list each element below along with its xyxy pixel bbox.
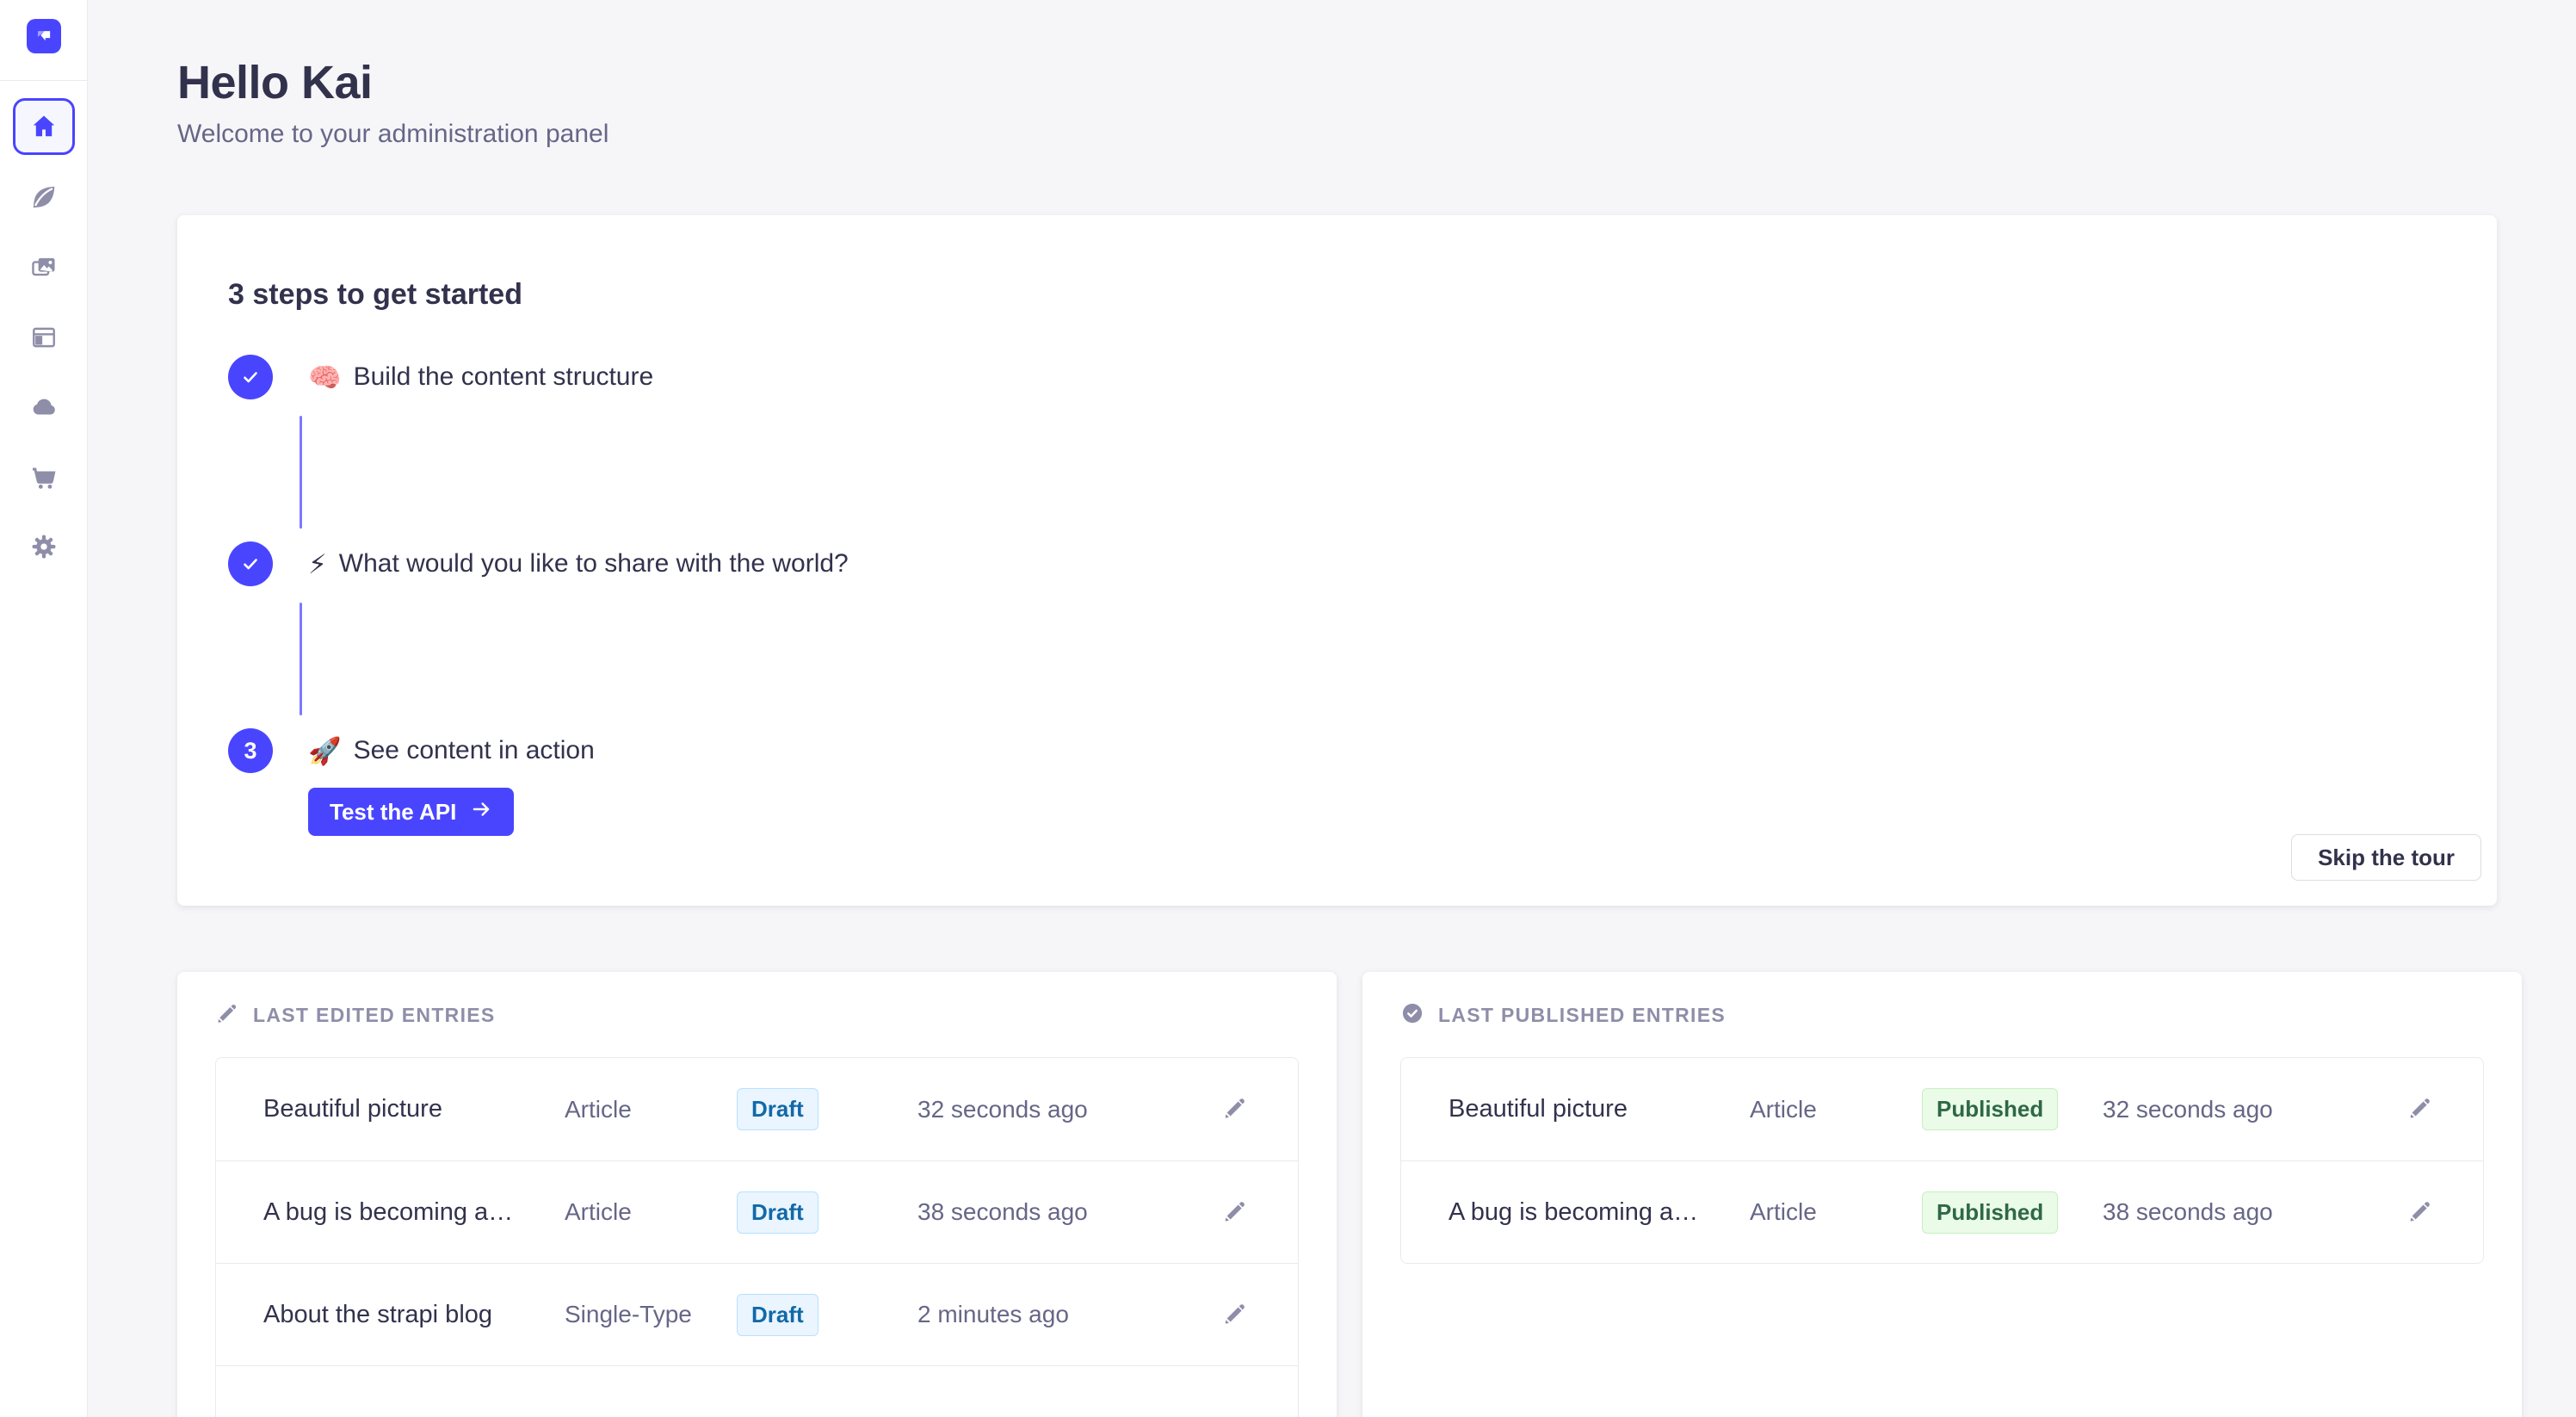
sidebar-item-deploy[interactable]	[15, 381, 73, 433]
onboarding-step-2: ⚡ What would you like to share with the …	[228, 541, 2481, 586]
sidebar-item-marketplace[interactable]	[15, 451, 73, 503]
last-edited-panel: LAST EDITED ENTRIES Beautiful picture Ar…	[177, 972, 1337, 1417]
last-published-table: Beautiful picture Article Published 32 s…	[1400, 1057, 2484, 1264]
sidebar-divider	[0, 80, 88, 81]
sidebar-item-media-library[interactable]	[15, 241, 73, 293]
panel-title: LAST PUBLISHED ENTRIES	[1438, 1004, 1726, 1027]
step-connector-line	[300, 603, 302, 715]
status-badge: Draft	[737, 1191, 819, 1234]
panel-header: LAST EDITED ENTRIES	[215, 1003, 1299, 1027]
sidebar-item-content-manager[interactable]	[15, 171, 73, 223]
status-badge: Published	[1922, 1191, 2058, 1234]
sidebar-item-settings[interactable]	[15, 521, 73, 572]
pencil-icon	[1222, 1198, 1248, 1227]
edit-entry-button[interactable]	[1211, 1188, 1259, 1236]
test-api-button[interactable]: Test the API	[308, 788, 514, 836]
table-row: Beautiful picture Article Published 32 s…	[1401, 1058, 2483, 1160]
last-edited-table: Beautiful picture Article Draft 32 secon…	[215, 1057, 1299, 1417]
onboarding-card: 3 steps to get started 🧠 Build the conte…	[177, 215, 2497, 906]
table-row: A bug is becoming a… Article Published 3…	[1401, 1160, 2483, 1263]
edit-entry-button[interactable]	[1211, 1086, 1259, 1134]
table-row: Beautiful picture Article Draft 32 secon…	[216, 1058, 1298, 1160]
step-label: ⚡ What would you like to share with the …	[308, 549, 849, 579]
pencil-icon	[2407, 1198, 2433, 1227]
edit-entry-button[interactable]	[2396, 1188, 2444, 1236]
pencil-icon	[1222, 1301, 1248, 1329]
arrow-right-icon	[470, 798, 492, 826]
workspace-logo[interactable]	[27, 19, 61, 53]
entries-panels: LAST EDITED ENTRIES Beautiful picture Ar…	[177, 972, 2522, 1417]
sidebar-item-content-type-builder[interactable]	[15, 312, 73, 363]
feather-icon	[30, 183, 58, 211]
brain-emoji-icon: 🧠	[308, 364, 342, 391]
step-label: 🚀 See content in action	[308, 736, 595, 765]
onboarding-step-1: 🧠 Build the content structure	[228, 355, 2481, 399]
step-done-check-icon	[228, 355, 273, 399]
sidebar-item-home[interactable]	[13, 98, 75, 155]
main-content: Hello Kai Welcome to your administration…	[88, 0, 2576, 1417]
check-circle-icon	[1400, 1001, 1424, 1030]
images-icon	[30, 253, 58, 281]
step-connector-line	[300, 416, 302, 529]
table-row-cutoff	[216, 1365, 1298, 1417]
edit-entry-button[interactable]	[1211, 1290, 1259, 1339]
onboarding-title: 3 steps to get started	[228, 277, 2481, 312]
main-navigation-sidebar	[0, 0, 88, 1417]
page-title: Hello Kai	[177, 57, 2522, 108]
pencil-icon	[215, 1001, 239, 1030]
step-number-badge: 3	[228, 728, 273, 773]
cloud-icon	[29, 393, 59, 422]
lightning-emoji-icon: ⚡	[308, 551, 327, 578]
skip-tour-button[interactable]: Skip the tour	[2291, 834, 2481, 881]
gear-icon	[29, 532, 59, 561]
panel-title: LAST EDITED ENTRIES	[253, 1004, 496, 1027]
rocket-emoji-icon: 🚀	[308, 738, 342, 764]
cta-row: Test the API	[308, 788, 2481, 836]
status-badge: Draft	[737, 1294, 819, 1336]
page-subtitle: Welcome to your administration panel	[177, 117, 2522, 152]
edit-entry-button[interactable]	[2396, 1086, 2444, 1134]
strapi-admin-dashboard: Hello Kai Welcome to your administration…	[0, 0, 2576, 1417]
last-published-panel: LAST PUBLISHED ENTRIES Beautiful picture…	[1362, 972, 2522, 1417]
table-row: A bug is becoming a… Article Draft 38 se…	[216, 1160, 1298, 1263]
pencil-icon	[2407, 1095, 2433, 1123]
status-badge: Draft	[737, 1088, 819, 1130]
status-badge: Published	[1922, 1088, 2058, 1130]
onboarding-step-3: 3 🚀 See content in action	[228, 728, 2481, 773]
layout-icon	[30, 324, 58, 351]
strapi-logo-icon	[33, 23, 55, 50]
step-label: 🧠 Build the content structure	[308, 362, 653, 392]
cart-icon	[29, 462, 59, 492]
pencil-icon	[1222, 1095, 1248, 1123]
step-done-check-icon	[228, 541, 273, 586]
table-row: About the strapi blog Single-Type Draft …	[216, 1263, 1298, 1365]
skip-row: Skip the tour	[228, 834, 2481, 881]
home-icon	[29, 112, 59, 141]
panel-header: LAST PUBLISHED ENTRIES	[1400, 1003, 2484, 1027]
